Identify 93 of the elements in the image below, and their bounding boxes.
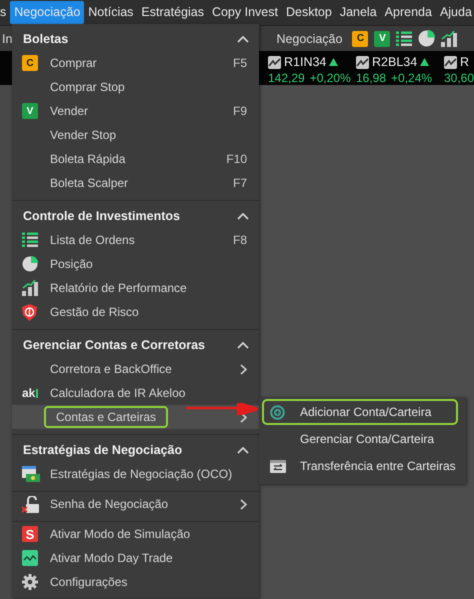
menu-bar-item[interactable]: s: [0, 1, 10, 24]
ticker-price: 30,60: [444, 71, 474, 85]
ticker-symbol[interactable]: R1IN34: [284, 55, 326, 69]
menu-item[interactable]: ak Calculadora de IR Akeloo: [12, 381, 259, 405]
menu-item-label: Ativar Modo de Simulação: [49, 526, 192, 543]
menu-item[interactable]: Vender Stop: [12, 123, 259, 147]
add-circle-icon: [270, 404, 285, 420]
menu-item-label: Corretora e BackOffice: [49, 361, 173, 378]
menu-bar-item[interactable]: Desktop: [282, 1, 336, 24]
menu-item-label: Calculadora de IR Akeloo: [49, 385, 186, 402]
menu-bar-item[interactable]: Ajuda: [436, 1, 474, 24]
shortcut-label: F9: [232, 104, 247, 118]
chart-icon: [268, 56, 281, 68]
menu-item-label: Posição: [49, 256, 94, 273]
submenu-item[interactable]: Transferência entre Carteiras: [262, 453, 463, 479]
list-icon[interactable]: [396, 30, 412, 46]
menu-item-label: Senha de Negociação: [49, 496, 170, 513]
toolbar-label: In: [2, 32, 12, 46]
menu-item[interactable]: Contas e Carteiras: [12, 405, 259, 429]
shortcut-label: F8: [232, 233, 247, 247]
menu-item-label: Gestão de Risco: [49, 304, 140, 321]
shortcut-label: F7: [232, 176, 247, 190]
submenu-item[interactable]: Adicionar Conta/Carteira: [262, 399, 458, 425]
menu-item-label: Contas e Carteiras: [44, 406, 168, 428]
menu-item[interactable]: Relatório de Performance: [12, 276, 259, 300]
menu-item[interactable]: Posição: [12, 252, 259, 276]
menu-item-label: Comprar: [49, 55, 98, 72]
section-title: Controle de Investimentos: [23, 209, 180, 223]
menu-item-label: Boleta Scalper: [49, 175, 130, 192]
menu-bar-item[interactable]: Copy Invest: [208, 1, 282, 24]
menu-item-label: Ativar Modo Day Trade: [49, 550, 174, 567]
section-title: Gerenciar Contas e Corretoras: [23, 338, 206, 352]
menu-item[interactable]: Estratégias de Negociação (OCO): [12, 462, 259, 486]
bar-chart-icon[interactable]: [441, 30, 458, 46]
menu-item-label: Comprar Stop: [49, 79, 126, 96]
menu-bar-item[interactable]: Estratégias: [137, 1, 208, 24]
menu-item[interactable]: Lista de Ordens F8: [12, 228, 259, 252]
menu-item[interactable]: V Vender F9: [12, 99, 259, 123]
ticker-symbol[interactable]: R2BL34: [372, 55, 418, 69]
menu-item[interactable]: C Comprar F5: [12, 51, 259, 75]
menu-item-label: Lista de Ordens: [49, 232, 136, 249]
ticker-change: +0,20%: [310, 71, 351, 85]
menu-item[interactable]: Gestão de Risco: [12, 300, 259, 324]
menu-item-label: Estratégias de Negociação (OCO): [49, 466, 234, 483]
menu-item[interactable]: Comprar Stop: [12, 75, 259, 99]
collapse-icon[interactable]: [237, 446, 249, 454]
calendar-money-icon: [22, 466, 40, 482]
menu-bar-item[interactable]: Notícias: [84, 1, 138, 24]
menu-item[interactable]: Configurações: [12, 570, 259, 594]
buy-button[interactable]: C: [352, 30, 368, 46]
settings-icon: [22, 574, 38, 590]
up-arrow-icon: [329, 58, 338, 66]
menu-item-label: Vender: [49, 103, 90, 120]
pie-chart-icon[interactable]: [418, 30, 436, 47]
ticker-price: 16,98: [356, 71, 386, 85]
pie-chart-icon: [22, 256, 38, 272]
chart-icon: [444, 56, 457, 68]
buy-badge-icon: C: [22, 55, 38, 71]
collapse-icon[interactable]: [237, 212, 249, 220]
ticker-change: +0,24%: [391, 71, 432, 85]
line-chart-icon: [22, 550, 38, 566]
list-icon: [22, 232, 38, 248]
simulation-badge-icon: S: [22, 526, 38, 542]
bar-chart-icon: [22, 280, 38, 296]
collapse-icon[interactable]: [237, 342, 249, 348]
pointer-arrow: [186, 403, 258, 415]
menu-item-label: Vender Stop: [49, 127, 118, 144]
padlock-icon: [22, 496, 40, 512]
menu-item-label: Configurações: [49, 574, 128, 591]
menu-item-label: Boleta Rápida: [49, 151, 126, 168]
menu-item[interactable]: Boleta Rápida F10: [12, 147, 259, 171]
ticker-price: 142,29: [268, 71, 305, 85]
section-title: Boletas: [23, 32, 68, 46]
menu-item[interactable]: Ativar Modo Day Trade: [12, 546, 259, 570]
menu-item[interactable]: Senha de Negociação: [12, 492, 259, 516]
menu-item-label: Relatório de Performance: [49, 280, 188, 297]
shortcut-label: F5: [232, 56, 247, 70]
collapse-icon[interactable]: [237, 36, 249, 42]
menu-bar-item[interactable]: Janela: [336, 1, 381, 24]
section-title: Estratégias de Negociação: [23, 443, 182, 457]
menu-item[interactable]: S Ativar Modo de Simulação: [12, 522, 259, 546]
shortcut-label: F10: [226, 152, 247, 166]
menu-item[interactable]: Boleta Scalper F7: [12, 171, 259, 195]
menu-item[interactable]: Corretora e BackOffice: [12, 357, 259, 381]
up-arrow-icon: [420, 58, 430, 66]
sell-button[interactable]: V: [374, 30, 390, 46]
menu-bar-item[interactable]: Aprenda: [380, 1, 436, 24]
ticker-symbol[interactable]: R: [460, 55, 470, 69]
toolbar-label: Negociação: [276, 32, 342, 46]
sell-badge-icon: V: [22, 103, 38, 119]
submenu-item[interactable]: Gerenciar Conta/Carteira: [262, 426, 463, 452]
chart-icon: [356, 56, 369, 68]
transfer-icon: [270, 460, 286, 472]
